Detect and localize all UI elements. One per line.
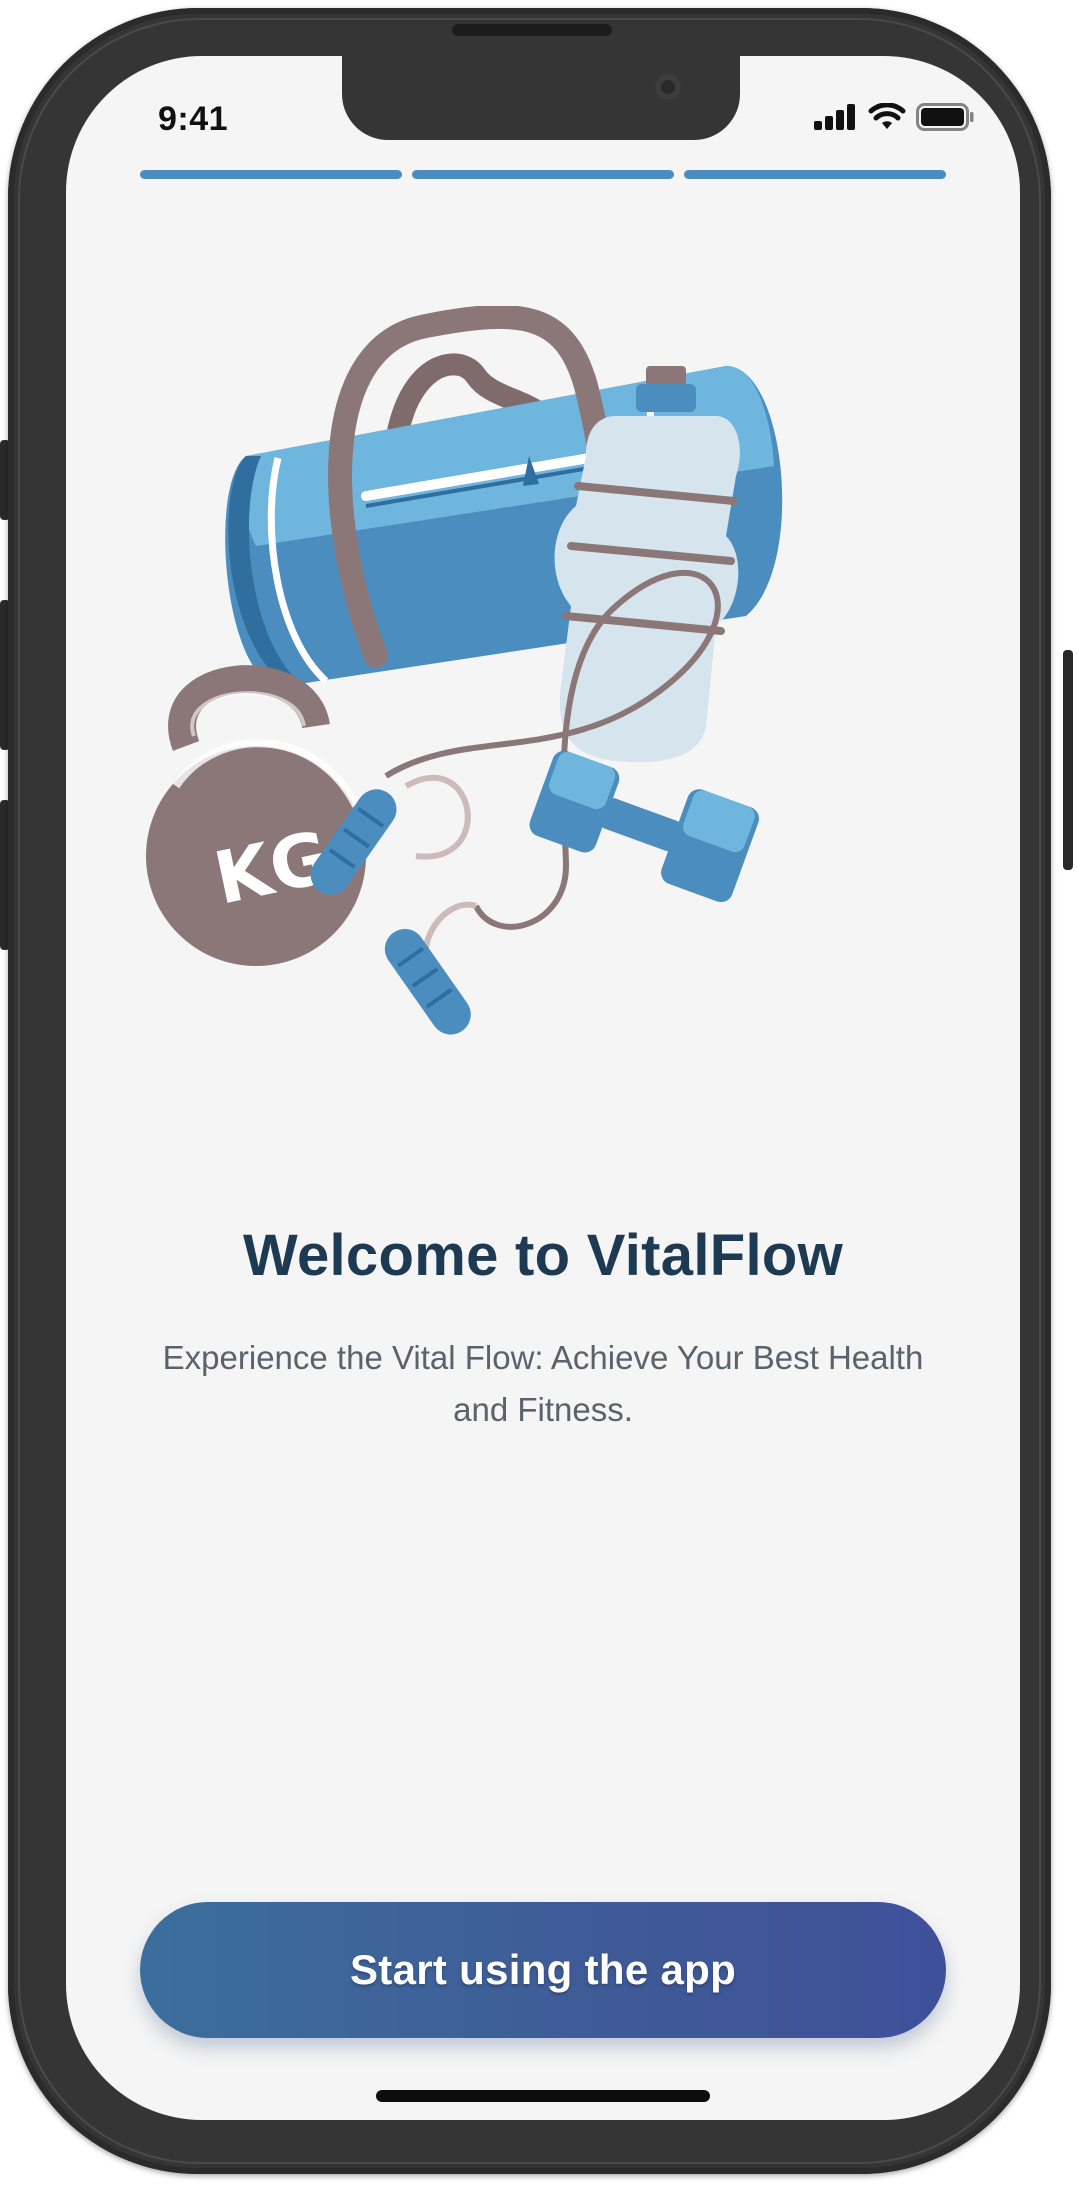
camera-icon xyxy=(655,74,681,100)
progress-step-3 xyxy=(684,170,946,179)
earpiece-speaker xyxy=(452,24,612,36)
notch xyxy=(342,56,740,140)
start-using-app-button[interactable]: Start using the app xyxy=(140,1902,946,2038)
welcome-title: Welcome to VitalFlow xyxy=(242,1223,844,1288)
gym-bag-illustration: KG xyxy=(146,306,783,1035)
power-button xyxy=(1063,650,1073,870)
welcome-subtitle: Experience the Vital Flow: Achieve Your … xyxy=(162,1339,924,1428)
status-icons xyxy=(814,102,974,132)
onboarding-progress xyxy=(140,170,946,179)
signal-icon xyxy=(814,104,855,130)
home-indicator[interactable] xyxy=(376,2090,710,2102)
progress-step-1 xyxy=(140,170,402,179)
status-time: 9:41 xyxy=(158,100,229,138)
screen: 9:41 KG Welcome to VitalFlow Experience … xyxy=(66,56,1020,2120)
wifi-icon xyxy=(868,103,906,129)
battery-icon xyxy=(916,103,974,131)
start-button-label: Start using the app xyxy=(349,1946,737,1993)
progress-step-2 xyxy=(412,170,674,179)
